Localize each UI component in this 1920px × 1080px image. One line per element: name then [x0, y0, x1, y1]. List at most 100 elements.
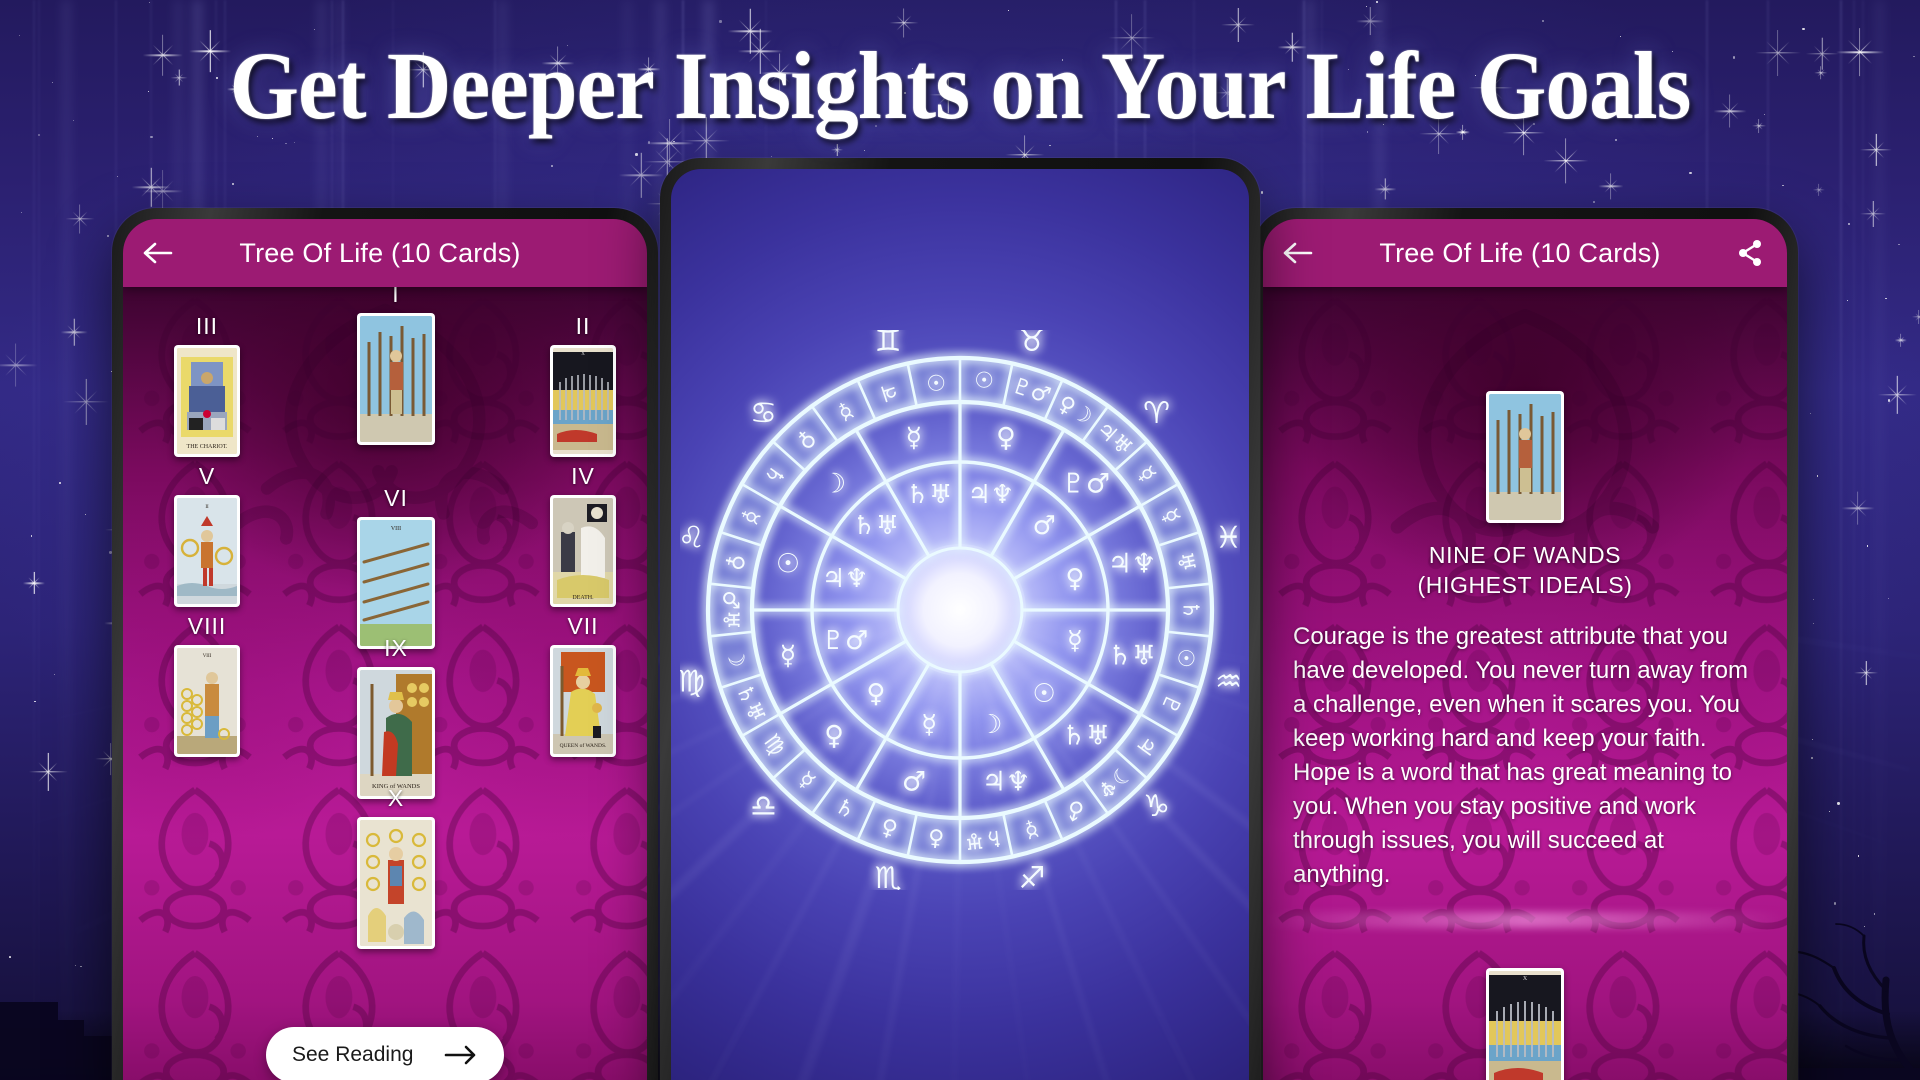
spread-slot-3[interactable]: III THE CHARIOT.	[147, 315, 267, 457]
svg-text:♓: ♓	[1215, 520, 1240, 555]
slot-number: IX	[336, 637, 456, 660]
svg-text:☉: ☉	[925, 367, 947, 394]
svg-text:☿: ☿	[1067, 625, 1083, 655]
svg-text:II: II	[205, 505, 209, 510]
svg-text:VIII: VIII	[203, 654, 212, 659]
card-face: KING of WANDS	[360, 670, 432, 796]
phone-right-screen: Tree Of Life (10 Cards) NINE OF WANDS (H…	[1263, 219, 1787, 1080]
svg-text:♋: ♋	[750, 396, 777, 431]
spread-slot-6[interactable]: VI VIII	[336, 487, 456, 649]
slot-number: V	[147, 465, 267, 488]
svg-text:♂♅: ♂♅	[718, 590, 743, 629]
svg-text:X: X	[581, 352, 585, 357]
spread-slot-7[interactable]: VII QUEEN of WANDS.	[523, 615, 643, 757]
reading-section: X TEN OF SWORDS (CREATIVE POWER) Your cr…	[1263, 932, 1787, 1080]
slot-number: I	[336, 287, 456, 306]
phone-left: Tree Of Life (10 Cards) III THE CHARIOT.…	[112, 208, 658, 1080]
tarot-card-nine-of-wands[interactable]	[1486, 391, 1564, 523]
svg-text:☉: ☉	[973, 367, 995, 394]
svg-text:♄♅: ♄♅	[963, 824, 1005, 853]
svg-text:♃♆: ♃♆	[982, 766, 1030, 797]
svg-text:♃♆: ♃♆	[1108, 548, 1156, 579]
tarot-card-king-of-wands[interactable]: KING of WANDS	[357, 667, 435, 799]
right-appbar: Tree Of Life (10 Cards)	[1263, 219, 1787, 287]
left-card-background: III THE CHARIOT. I II X V II VI VIII IV …	[123, 287, 647, 1080]
svg-text:♄♅: ♄♅	[906, 480, 953, 510]
svg-text:♑: ♑	[1143, 789, 1170, 824]
slot-number: VII	[523, 615, 643, 638]
svg-text:♉: ♉	[1018, 330, 1045, 359]
card-face	[360, 316, 432, 442]
svg-text:♎: ♎	[750, 789, 777, 824]
phone-center-screen: ☉ ♇♂ ♀☽ ♃♅ ☿ ☿ ♅ ♄ ☉ ♇ ♃ ☽♆ ♂ ☿ ♄♅ ♀ ♀ ♄ ☿ ♍ ♄♅ ☽ ♂♅ ♀ ☿ ♄ ♀ ☿ ♃ ☉ ♀ ♇♂…	[671, 169, 1249, 1080]
svg-text:♂: ♂	[1032, 511, 1055, 541]
slot-number: X	[336, 787, 456, 810]
svg-text:♌: ♌	[680, 520, 705, 555]
tarot-card-ten-of-swords[interactable]: X	[1486, 968, 1564, 1080]
tarot-card-death[interactable]: DEATH.	[550, 495, 616, 607]
spread-slot-1[interactable]: I	[336, 287, 456, 445]
phone-right: Tree Of Life (10 Cards) NINE OF WANDS (H…	[1252, 208, 1798, 1080]
left-appbar-title: Tree Of Life (10 Cards)	[165, 238, 595, 269]
svg-text:☽: ☽	[822, 468, 846, 499]
svg-text:♇♂: ♇♂	[822, 625, 869, 655]
spread-slot-10[interactable]: X	[336, 787, 456, 949]
svg-text:♐: ♐	[1018, 861, 1045, 890]
phone-left-screen: Tree Of Life (10 Cards) III THE CHARIOT.…	[123, 219, 647, 1080]
slot-number: II	[523, 315, 643, 338]
slot-number: III	[147, 315, 267, 338]
svg-text:♄♅: ♄♅	[853, 511, 900, 541]
svg-text:♂: ♂	[902, 766, 926, 797]
spread-slot-5[interactable]: V II	[147, 465, 267, 607]
svg-text:♏: ♏	[875, 861, 902, 890]
astrology-wheel-screen: ☉ ♇♂ ♀☽ ♃♅ ☿ ☿ ♅ ♄ ☉ ♇ ♃ ☽♆ ♂ ☿ ♄♅ ♀ ♀ ♄ ☿ ♍ ♄♅ ☽ ♂♅ ♀ ☿ ♄ ♀ ☿ ♃ ☉ ♀ ♇♂…	[671, 169, 1249, 1080]
reading-list[interactable]: NINE OF WANDS (HIGHEST IDEALS) Courage i…	[1263, 355, 1787, 1080]
astrology-wheel[interactable]: ☉ ♇♂ ♀☽ ♃♅ ☿ ☿ ♅ ♄ ☉ ♇ ♃ ☽♆ ♂ ☿ ♄♅ ♀ ♀ ♄ ☿ ♍ ♄♅ ☽ ♂♅ ♀ ☿ ♄ ♀ ☿ ♃ ☉ ♀ ♇♂…	[680, 330, 1240, 890]
slot-number: VIII	[147, 615, 267, 638]
spread-slot-8[interactable]: VIII VIII	[147, 615, 267, 757]
tarot-card-ten-of-pentacles[interactable]	[357, 817, 435, 949]
svg-text:VIII: VIII	[391, 526, 401, 532]
card-face: THE CHARIOT.	[177, 348, 237, 454]
right-card-background: NINE OF WANDS (HIGHEST IDEALS) Courage i…	[1263, 287, 1787, 1080]
section-divider	[1263, 912, 1787, 928]
tarot-card-eight-of-pentacles[interactable]: VIII	[174, 645, 240, 757]
tarot-card-queen-of-wands[interactable]: QUEEN of WANDS.	[550, 645, 616, 757]
svg-text:♄♅: ♄♅	[1108, 640, 1156, 671]
svg-text:♄♅: ♄♅	[1062, 720, 1110, 751]
share-icon[interactable]	[1735, 238, 1769, 268]
svg-text:☿: ☿	[921, 710, 937, 740]
svg-text:☉: ☉	[776, 548, 800, 579]
svg-text:♒: ♒	[1215, 664, 1240, 699]
phone-center: ☉ ♇♂ ♀☽ ♃♅ ☿ ☿ ♅ ♄ ☉ ♇ ♃ ☽♆ ♂ ☿ ♄♅ ♀ ♀ ♄ ☿ ♍ ♄♅ ☽ ♂♅ ♀ ☿ ♄ ♀ ☿ ♃ ☉ ♀ ♇♂…	[660, 158, 1260, 1080]
card-face: VIII	[360, 520, 432, 646]
see-reading-button[interactable]: See Reading	[266, 1027, 504, 1080]
see-reading-label: See Reading	[292, 1043, 413, 1067]
tarot-card-two-of-pentacles[interactable]: II	[174, 495, 240, 607]
svg-text:♍: ♍	[680, 664, 705, 699]
tarot-card-nine-of-wands[interactable]	[357, 313, 435, 445]
tarot-card-the-chariot[interactable]: THE CHARIOT.	[174, 345, 240, 457]
svg-text:♄: ♄	[1178, 600, 1203, 620]
svg-text:☿: ☿	[780, 640, 797, 671]
tarot-card-ten-of-swords[interactable]: X	[550, 345, 616, 457]
svg-text:♀: ♀	[927, 825, 946, 852]
svg-text:QUEEN of WANDS.: QUEEN of WANDS.	[560, 742, 607, 749]
card-face	[360, 820, 432, 946]
svg-text:♀: ♀	[866, 679, 885, 709]
svg-text:THE CHARIOT.: THE CHARIOT.	[187, 444, 228, 450]
svg-text:☿: ☿	[906, 422, 923, 453]
svg-text:X: X	[1523, 976, 1528, 982]
spread-slot-9[interactable]: IX KING of WANDS	[336, 637, 456, 799]
slot-number: VI	[336, 487, 456, 510]
svg-text:♀: ♀	[996, 422, 1016, 453]
tarot-card-eight-of-wands[interactable]: VIII	[357, 517, 435, 649]
card-face: QUEEN of WANDS.	[553, 648, 613, 754]
right-appbar-title: Tree Of Life (10 Cards)	[1305, 238, 1735, 269]
spread-slot-2[interactable]: II X	[523, 315, 643, 457]
tarot-spread-grid: III THE CHARIOT. I II X V II VI VIII IV …	[123, 287, 647, 1080]
spread-slot-4[interactable]: IV DEATH.	[523, 465, 643, 607]
svg-text:☽: ☽	[979, 710, 1002, 740]
svg-text:♀: ♀	[1065, 564, 1084, 594]
card-face: VIII	[177, 648, 237, 754]
